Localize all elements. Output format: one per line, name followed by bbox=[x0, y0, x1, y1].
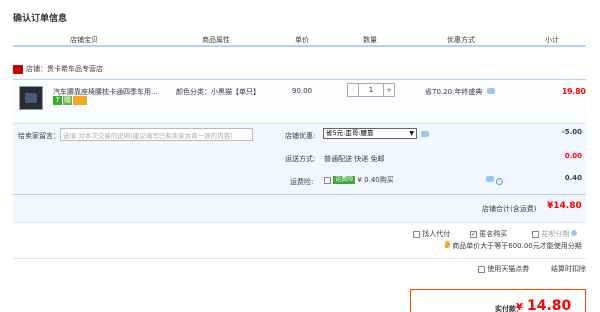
order-item-row bbox=[13, 79, 586, 124]
product-thumbnail[interactable] bbox=[19, 86, 43, 110]
shipping-fee: 0.00 bbox=[564, 152, 582, 160]
pay-amount: 14.80 bbox=[527, 298, 572, 312]
service-badges: 7 赠 bbox=[53, 96, 87, 105]
gift-icon: 赠 bbox=[63, 96, 72, 105]
insurance-label: 运费险: bbox=[290, 178, 314, 186]
insurance-help: ? bbox=[486, 176, 504, 185]
unit-price: 90.00 bbox=[292, 87, 313, 95]
huabei-label: 花呗分期 bbox=[541, 230, 570, 238]
help-icon[interactable]: ? bbox=[496, 178, 504, 185]
info-icon bbox=[571, 230, 578, 236]
anonymous-label: 匿名购买 bbox=[479, 230, 508, 238]
settle-note: 结算时扣除 bbox=[551, 265, 586, 273]
proxy-pay-label: 找人代付 bbox=[422, 230, 451, 238]
promotion-text: 省70.20:年终盛典 bbox=[425, 88, 483, 96]
seller-message-label: 给卖家留言： bbox=[18, 132, 60, 140]
insurance-badge: 运费险 bbox=[333, 176, 356, 184]
quantity-increase-button[interactable]: + bbox=[383, 83, 395, 97]
credit-card-icon bbox=[73, 96, 87, 105]
huabei-checkbox[interactable] bbox=[532, 230, 539, 238]
tmall-coupon-checkbox[interactable] bbox=[478, 265, 485, 273]
column-header: 小计 bbox=[545, 36, 559, 44]
huabei-note: 商品单价大于等于600.00元才能使用分期 bbox=[445, 241, 582, 251]
insurance-price-text: ¥ 0.40购买 bbox=[357, 176, 394, 184]
tmall-coupon-option: 使用天猫点券 bbox=[478, 264, 529, 274]
insurance-checkbox[interactable] bbox=[324, 176, 331, 184]
column-header: 商品属性 bbox=[202, 36, 230, 44]
proxy-pay-option: 找人代付 bbox=[413, 229, 450, 239]
chat-icon[interactable] bbox=[486, 176, 494, 182]
quantity-input[interactable]: 1 bbox=[359, 83, 383, 97]
huabei-option: 花呗分期 bbox=[532, 229, 578, 239]
item-subtotal: 19.80 bbox=[562, 87, 586, 96]
quantity-stepper: - 1 + bbox=[347, 83, 395, 97]
seller-message-input[interactable]: 选填:对本次交易的说明(建议填写已和卖家协商一致的内容) bbox=[60, 128, 253, 141]
shop-row: 店铺：贵卡希车品专营店 bbox=[13, 63, 103, 75]
product-attribute: 颜色分类：小黑猫【单只】 bbox=[176, 88, 260, 96]
seven-day-return-icon: 7 bbox=[53, 96, 62, 105]
insurance-option: 运费险 ¥ 0.40购买 bbox=[324, 175, 394, 185]
location-pin-icon bbox=[445, 241, 450, 248]
promotion-info: 省70.20:年终盛典 bbox=[425, 87, 495, 97]
shop-discount-value: -5.00 bbox=[561, 128, 582, 136]
tmall-shop-icon bbox=[13, 64, 23, 74]
proxy-pay-checkbox[interactable] bbox=[413, 230, 420, 238]
column-header: 数量 bbox=[363, 36, 377, 44]
shipping-method: 普通配送 快递 免邮 bbox=[324, 155, 385, 163]
dropdown-arrow-icon: ▼ bbox=[409, 130, 414, 137]
column-header: 优惠方式 bbox=[447, 36, 475, 44]
shipping-label: 运送方式: bbox=[285, 155, 316, 163]
tmall-coupon-label: 使用天猫点券 bbox=[487, 265, 530, 273]
anonymous-option: 匿名购买 bbox=[470, 229, 507, 239]
shop-name[interactable]: 店铺：贵卡希车品专营店 bbox=[26, 64, 103, 74]
shop-discount-selected: 省5元:歪哥:腰靠 bbox=[326, 129, 374, 137]
column-header: 单价 bbox=[295, 36, 309, 44]
quantity-decrease-button[interactable]: - bbox=[347, 83, 359, 97]
column-header: 店铺宝贝 bbox=[70, 36, 98, 44]
anonymous-checkbox[interactable] bbox=[470, 230, 477, 238]
shop-total-value: ¥14.80 bbox=[547, 201, 582, 211]
pay-currency: ¥ bbox=[516, 302, 523, 312]
chat-icon[interactable] bbox=[421, 131, 429, 137]
shop-total-label: 店铺合计(含运费) bbox=[482, 205, 537, 213]
shop-discount-label: 店铺优惠: bbox=[285, 132, 316, 140]
column-header-row: 店铺宝贝 商品属性 单价 数量 优惠方式 小计 bbox=[13, 33, 586, 47]
insurance-value: 0.40 bbox=[564, 174, 582, 182]
page-title: 确认订单信息 bbox=[13, 14, 68, 24]
huabei-note-text: 商品单价大于等于600.00元才能使用分期 bbox=[452, 242, 582, 250]
info-icon[interactable] bbox=[486, 88, 495, 94]
shop-discount-select[interactable]: 省5元:歪哥:腰靠 ▼ bbox=[323, 128, 417, 139]
